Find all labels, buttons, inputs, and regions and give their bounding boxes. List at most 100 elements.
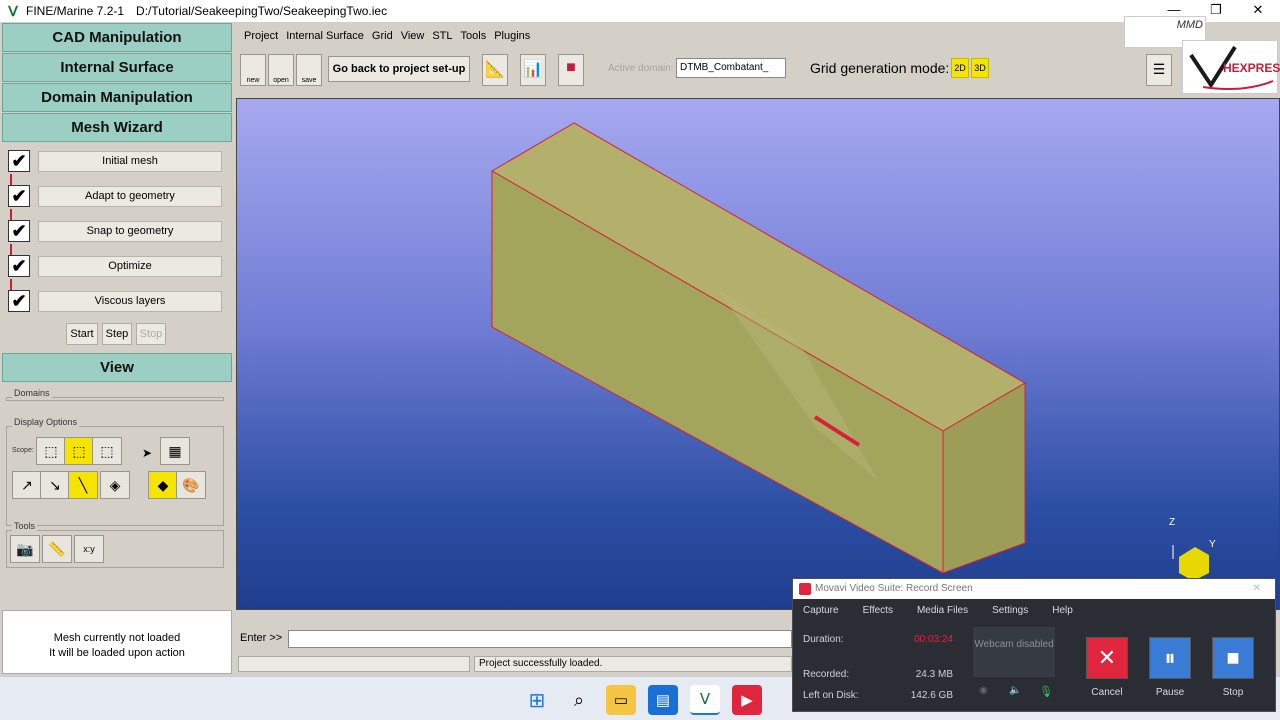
solid-cube-icon[interactable]: ⬚ xyxy=(36,437,66,465)
tools-label: Tools xyxy=(12,521,38,531)
movavi-logo-icon xyxy=(799,583,811,595)
active-domain-value: DTMB_Combatant_ xyxy=(680,62,769,73)
menu-internal-surface[interactable]: Internal Surface xyxy=(286,30,364,42)
chart-icon[interactable]: 📊 xyxy=(520,54,546,86)
shaded-surface-icon[interactable]: ◆ xyxy=(148,471,178,499)
domains-label: Domains xyxy=(12,388,52,398)
webcam-preview: Webcam disabled xyxy=(973,627,1055,677)
display-options-label: Display Options xyxy=(12,417,80,427)
adapt-button[interactable]: Adapt to geometry xyxy=(38,186,222,207)
section-internal-surface[interactable]: Internal Surface xyxy=(2,53,232,82)
stop-record-button[interactable]: ■ xyxy=(1212,637,1254,679)
new-project-button[interactable]: new xyxy=(240,54,266,86)
mode-2d-button[interactable]: 2D xyxy=(951,58,969,78)
movavi-taskbar-icon[interactable]: ▶ xyxy=(732,685,762,715)
wire-cube-icon[interactable]: ⬚ xyxy=(64,437,94,465)
mesh-status-panel: Mesh currently not loaded It will be loa… xyxy=(2,610,232,674)
menu-grid[interactable]: Grid xyxy=(372,30,393,42)
movavi-recorder-panel: Movavi Video Suite: Record Screen ✕ Capt… xyxy=(792,578,1276,712)
axis-y-label: Y xyxy=(1209,539,1216,550)
movavi-title-bar: Movavi Video Suite: Record Screen ✕ xyxy=(793,579,1275,599)
open-project-button[interactable]: open xyxy=(268,54,294,86)
optimize-button[interactable]: Optimize xyxy=(38,256,222,277)
menu-view[interactable]: View xyxy=(401,30,425,42)
close-button[interactable]: ✕ xyxy=(1236,0,1280,22)
viscous-button[interactable]: Viscous layers xyxy=(38,291,222,312)
movavi-menu-settings[interactable]: Settings xyxy=(992,605,1028,616)
duration-label: Duration: xyxy=(803,634,844,645)
grid-cube-icon[interactable]: ▦ xyxy=(160,437,190,465)
line-icon[interactable]: ╲ xyxy=(68,471,98,499)
coordinates-icon[interactable]: x:y xyxy=(74,535,104,563)
go-back-button[interactable]: Go back to project set-up xyxy=(328,56,470,82)
movavi-menu-effects[interactable]: Effects xyxy=(863,605,893,616)
stop-button[interactable]: Stop xyxy=(136,323,166,345)
checkbox-viscous[interactable]: ✔ xyxy=(8,290,30,312)
mesh-pattern-icon[interactable]: ◈ xyxy=(100,471,130,499)
mode-3d-button[interactable]: 3D xyxy=(971,58,989,78)
open-label: open xyxy=(273,77,289,84)
speaker-icon[interactable]: 🔈 xyxy=(1009,685,1021,696)
toolbar: new open save Go back to project set-up … xyxy=(236,50,1180,90)
movavi-close-icon[interactable]: ✕ xyxy=(1253,579,1261,599)
search-icon[interactable]: ⌕ xyxy=(564,685,594,715)
section-cad-manipulation[interactable]: CAD Manipulation xyxy=(2,23,232,52)
menu-bar: Project Internal Surface Grid View STL T… xyxy=(236,26,1116,46)
section-domain-manipulation[interactable]: Domain Manipulation xyxy=(2,83,232,112)
store-icon[interactable]: ▤ xyxy=(648,685,678,715)
command-input[interactable] xyxy=(288,630,792,648)
pause-label: Pause xyxy=(1155,687,1185,698)
menu-plugins[interactable]: Plugins xyxy=(494,30,530,42)
ruler-tool-icon[interactable]: 📐 xyxy=(482,54,508,86)
edge-graph-icon[interactable]: ↗ xyxy=(12,471,42,499)
red-cube-icon[interactable]: ■ xyxy=(558,54,584,86)
status-message: Project successfully loaded. xyxy=(474,656,792,672)
axis-z-label: Z xyxy=(1169,517,1176,528)
initial-mesh-button[interactable]: Initial mesh xyxy=(38,151,222,172)
file-explorer-icon[interactable]: ▭ xyxy=(606,685,636,715)
camera-icon[interactable]: 📷 xyxy=(10,535,40,563)
ruler-icon[interactable]: 📏 xyxy=(42,535,72,563)
fine-logo-icon: Ⅴ xyxy=(8,3,18,19)
fine-taskbar-icon[interactable]: Ⅴ xyxy=(690,685,720,715)
start-button[interactable]: Start xyxy=(66,323,98,345)
movavi-menu-help[interactable]: Help xyxy=(1052,605,1073,616)
active-domain-select[interactable]: DTMB_Combatant_ xyxy=(676,58,786,78)
windows-start-icon[interactable]: ⊞ xyxy=(522,685,552,715)
menu-stl[interactable]: STL xyxy=(432,30,452,42)
grid-mode-label: Grid generation mode: xyxy=(810,60,950,76)
checkbox-snap[interactable]: ✔ xyxy=(8,220,30,242)
checkbox-optimize[interactable]: ✔ xyxy=(8,255,30,277)
color-palette-icon[interactable]: 🎨 xyxy=(176,471,206,499)
app-title: FINE/Marine 7.2-1 xyxy=(26,4,125,18)
microphone-icon[interactable]: 🎙 xyxy=(1039,685,1053,698)
transparent-cube-icon[interactable]: ⬚ xyxy=(92,437,122,465)
section-mesh-wizard[interactable]: Mesh Wizard xyxy=(2,113,232,142)
cancel-button[interactable]: ✕ xyxy=(1086,637,1128,679)
domain-box-render xyxy=(491,122,1209,581)
webcam-icon[interactable]: ◉ xyxy=(979,685,988,696)
movavi-menu-media[interactable]: Media Files xyxy=(917,605,968,616)
menu-project[interactable]: Project xyxy=(244,30,278,42)
title-bar: Ⅴ FINE/Marine 7.2-1 D:/Tutorial/Seakeepi… xyxy=(0,0,1280,22)
recorded-value: 24.3 MB xyxy=(915,669,953,680)
snap-button[interactable]: Snap to geometry xyxy=(38,221,222,242)
left-panel: CAD Manipulation Internal Surface Domain… xyxy=(0,22,234,676)
step-button[interactable]: Step xyxy=(102,323,132,345)
mesh-status-line2: It will be loaded upon action xyxy=(49,647,185,659)
save-project-button[interactable]: save xyxy=(296,54,322,86)
3d-viewport[interactable]: Z Y xyxy=(236,98,1280,610)
wizard-step-optimize: ✔ Optimize xyxy=(8,255,224,279)
checkbox-initial-mesh[interactable]: ✔ xyxy=(8,150,30,172)
menu-tools[interactable]: Tools xyxy=(461,30,487,42)
movavi-title: Movavi Video Suite: Record Screen xyxy=(815,583,973,594)
checkbox-adapt[interactable]: ✔ xyxy=(8,185,30,207)
edge-path-icon[interactable]: ↘ xyxy=(40,471,70,499)
wizard-step-snap: ✔ Snap to geometry xyxy=(8,220,224,244)
scope-label: Scope: xyxy=(10,447,36,454)
section-view[interactable]: View xyxy=(2,353,232,382)
pause-button[interactable]: ⏸ xyxy=(1149,637,1191,679)
list-icon[interactable]: ☰ xyxy=(1146,54,1172,86)
file-path: D:/Tutorial/SeakeepingTwo/SeakeepingTwo.… xyxy=(136,4,388,18)
movavi-menu-capture[interactable]: Capture xyxy=(803,605,839,616)
